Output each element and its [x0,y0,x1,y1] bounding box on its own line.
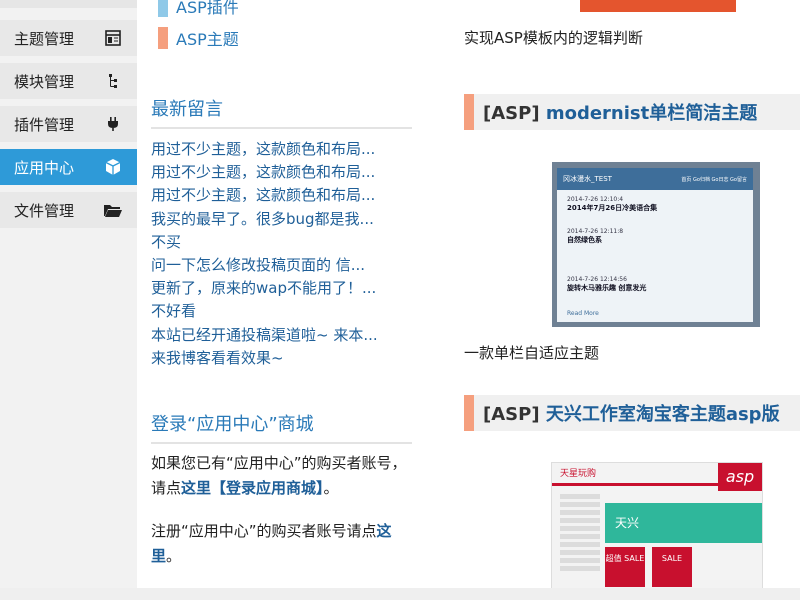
theme-tag: [ASP] [483,103,540,124]
sidebar-item-app-center[interactable]: 应用中心 [0,149,137,185]
sidebar-item-theme-management[interactable]: 主题管理 [0,20,137,56]
message-link[interactable]: 问一下怎么修改投稿页面的 信... [151,254,413,277]
thumbnail-sale-badge: SALE [652,547,692,587]
thumbnail-nav: 首页 Go归档 Go日志 Go留言 [681,176,747,183]
thumbnail-post-date: 2014-7-26 12:10:4 [567,196,624,203]
category-color-bar [158,27,168,49]
login-store-link[interactable]: 这里【登录应用商城】 [181,479,324,497]
theme-caption: 一款单栏自适应主题 [464,344,600,362]
sidebar-item-label: 应用中心 [14,158,75,177]
sidebar-top-edge [0,0,137,8]
thumbnail-post: 2014-7-26 12:10:4 2014年7月26日冷美语合集 [567,196,657,213]
login-section-title: 登录“应用中心”商城 [151,410,412,444]
thumbnail-post-date: 2014-7-26 12:11:8 [567,228,624,235]
thumbnail-sale-badge: 超值 SALE [605,547,645,587]
sidebar-item-label: 主题管理 [14,29,75,48]
category-asp-plugin[interactable]: ASP插件 [158,0,239,18]
login-instruction-end: 。 [323,479,339,497]
sidebar-item-label: 插件管理 [14,115,75,134]
plug-icon [101,116,125,132]
sidebar-item-label: 模块管理 [14,72,75,91]
thumbnail-category-list [560,491,600,574]
sidebar-item-label: 文件管理 [14,201,75,220]
category-color-bar [158,0,168,17]
tianxing-theme-thumbnail[interactable]: 天星玩购 asp 天兴 超值 SALE SALE [551,462,763,589]
asp-badge: asp [718,463,762,491]
thumbnail-post-title: 旋转木马雅乐趣 创意发光 [567,284,647,292]
category-color-bar [464,94,474,130]
thumbnail-header: 冈冰漫水_TEST 首页 Go归档 Go日志 Go留言 [557,168,753,190]
modernist-theme-thumbnail[interactable]: 冈冰漫水_TEST 首页 Go归档 Go日志 Go留言 2014-7-26 12… [552,162,760,327]
message-link[interactable]: 我买的最早了。很多bug都是我... [151,208,413,231]
sidebar-item-module-management[interactable]: 模块管理 [0,63,137,99]
bottom-scroll-area [0,588,800,600]
message-link[interactable]: 用过不少主题，这款颜色和布局... [151,138,413,161]
theme-tag: [ASP] [483,404,540,425]
thumbnail-logo: 天星玩购 [560,469,597,479]
thumbnail-screen: 冈冰漫水_TEST 首页 Go归档 Go日志 Go留言 2014-7-26 12… [557,168,753,322]
category-asp-theme[interactable]: ASP主题 [158,26,239,50]
folder-open-icon [101,202,125,218]
category-label: ASP插件 [176,0,239,17]
latest-messages-title: 最新留言 [151,95,412,129]
message-link[interactable]: 不买 [151,231,413,254]
sitemap-icon [101,73,125,89]
cube-icon [101,158,125,176]
layout-icon [101,30,125,46]
register-instruction-text: 注册“应用中心”的购买者账号请点 [151,522,377,540]
sidebar-item-file-management[interactable]: 文件管理 [0,192,137,228]
sidebar: 主题管理 模块管理 插件管理 应用中心 文件管理 [0,0,137,600]
thumbnail-post-date: 2014-7-26 12:14:56 [567,276,627,283]
message-link[interactable]: 用过不少主题，这款颜色和布局... [151,161,413,184]
category-label: ASP主题 [176,30,239,49]
thumbnail-post-title: 2014年7月26日冷美语合集 [567,204,658,212]
thumbnail-post-title: 自然绿色系 [567,236,602,244]
theme-header-tianxing[interactable]: [ASP] 天兴工作室淘宝客主题asp版 [464,395,800,431]
previous-theme-thumbnail[interactable] [580,0,736,12]
theme-title[interactable]: [ASP] modernist单栏简洁主题 [483,99,757,125]
theme-name[interactable]: 天兴工作室淘宝客主题asp版 [546,404,780,425]
register-instruction: 注册“应用中心”的购买者账号请点这里。 [151,519,416,569]
sidebar-item-plugin-management[interactable]: 插件管理 [0,106,137,142]
message-link[interactable]: 用过不少主题，这款颜色和布局... [151,184,413,207]
thumbnail-banner: 天兴 [605,503,762,543]
message-link[interactable]: 本站已经开通投稿渠道啦~ 来本... [151,324,413,347]
register-instruction-end: 。 [166,547,182,565]
theme-header-modernist[interactable]: [ASP] modernist单栏简洁主题 [464,94,800,130]
message-link[interactable]: 来我博客看看效果~ [151,347,413,370]
message-link[interactable]: 不好看 [151,300,413,323]
theme-name[interactable]: modernist单栏简洁主题 [546,103,757,124]
category-color-bar [464,395,474,431]
latest-messages-list: 用过不少主题，这款颜色和布局... 用过不少主题，这款颜色和布局... 用过不少… [151,138,413,370]
thumbnail-site-name: 冈冰漫水_TEST [563,175,612,183]
login-instruction: 如果您已有“应用中心”的购买者账号，请点这里【登录应用商城】。 [151,451,416,501]
theme-caption: 实现ASP模板内的逻辑判断 [464,29,643,47]
theme-title[interactable]: [ASP] 天兴工作室淘宝客主题asp版 [483,400,780,426]
thumbnail-post: 2014-7-26 12:11:8 自然绿色系 [567,228,623,245]
thumbnail-post: 2014-7-26 12:14:56 旋转木马雅乐趣 创意发光 [567,276,646,293]
thumbnail-read-more: Read More [567,310,599,317]
message-link[interactable]: 更新了，原来的wap不能用了！... [151,277,413,300]
